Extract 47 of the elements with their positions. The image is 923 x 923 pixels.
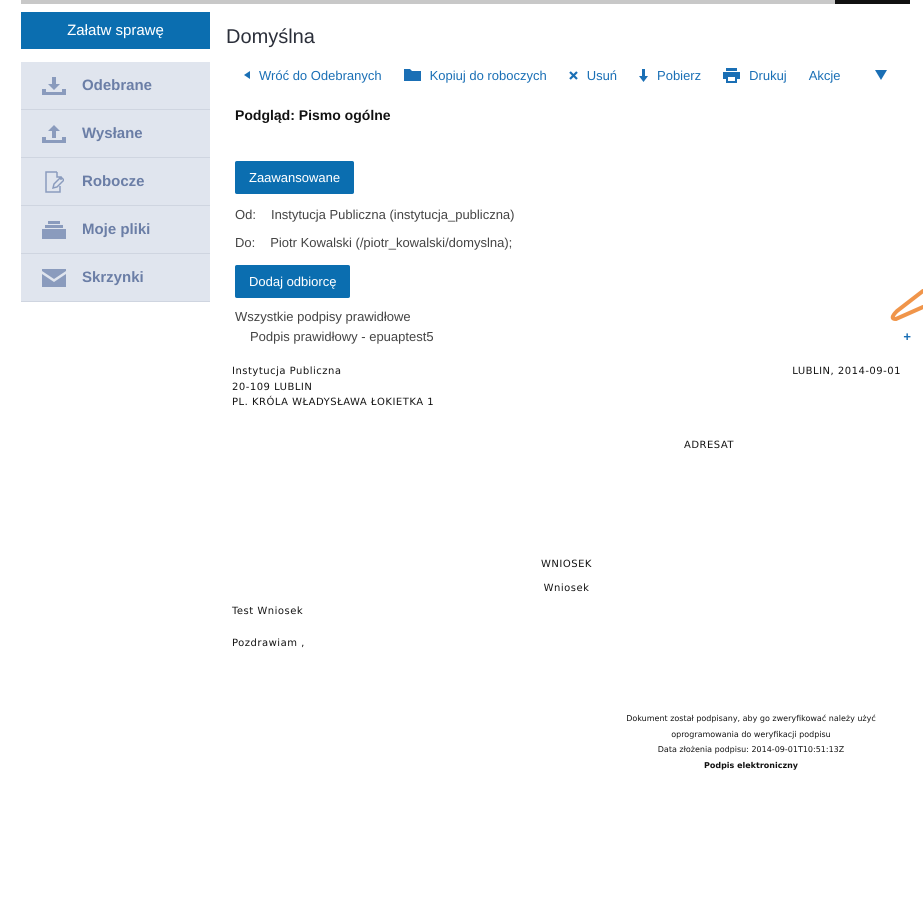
caret-icon[interactable] [874, 70, 886, 80]
recipient-value: Piotr Kowalski (/piotr_kowalski/domyslna); [270, 235, 512, 251]
sender-address-line: Instytucja Publiczna [232, 365, 342, 379]
close-icon [568, 70, 578, 80]
sender-value: Instytucja Publiczna (instytucja_publiczna) [270, 207, 514, 223]
letter-subject: Wniosek [542, 582, 590, 596]
signature-note-line: oprogramowania do weryfikacji podpisu [670, 728, 832, 741]
toolbar-link[interactable]: Usuń [568, 68, 618, 82]
sidebar-item[interactable]: Skrzynki [21, 254, 210, 302]
download-tray-icon [42, 76, 66, 94]
back-arrow-icon [244, 71, 250, 79]
letter-body-line: Pozdrawiam , [232, 636, 306, 650]
folder-title: Domyślna [226, 25, 316, 49]
sidebar-item[interactable]: Wysłane [21, 110, 210, 158]
envelope-icon [42, 268, 66, 286]
field-label: Od: [235, 207, 256, 223]
sender-address-line: PL. KRÓLA WŁADYSŁAWA ŁOKIETKA 1 [232, 395, 434, 410]
printer-icon [723, 68, 740, 82]
letter-body-line: Test Wniosek [232, 605, 304, 619]
download-arrow-icon [639, 68, 648, 82]
add-recipient-button[interactable]: Dodaj odbiorcę [235, 265, 350, 298]
place-date: LUBLIN, 2014-09-01 [792, 365, 901, 379]
signature-note-line: Dokument został podpisany, aby go zweryfikować należy użyć [625, 713, 877, 725]
preview-title: Podgląd: Pismo ogólne [235, 107, 392, 123]
toolbar-link[interactable]: Kopiuj do roboczych [404, 68, 547, 82]
toolbar-link[interactable]: Wróć do Odebranych [244, 68, 382, 82]
sidebar-item[interactable]: Moje pliki [21, 206, 210, 254]
toolbar-link[interactable]: Pobierz [639, 68, 702, 82]
sender-address-line: 20-109 LUBLIN [232, 380, 314, 394]
toolbar-link[interactable]: Akcje [808, 68, 840, 82]
tray-stack-icon [42, 220, 66, 238]
field-label: Do: [235, 235, 256, 251]
signatures-summary: Wszystkie podpisy prawidłowe [235, 309, 412, 324]
letter-heading: WNIOSEK [540, 558, 593, 572]
sidebar-item[interactable]: Robocze [21, 158, 210, 206]
resolve-case-button[interactable]: Załatw sprawę [21, 12, 210, 49]
signature-note-line: Data złożenia podpisu: 2014-09-01T10:51:13Z [656, 744, 846, 756]
signature-entry: Podpis prawidłowy - epuaptest5 [250, 329, 434, 344]
document-edit-icon [44, 170, 64, 192]
sidebar-item[interactable]: Odebrane [21, 62, 210, 110]
folder-icon [404, 69, 421, 81]
upload-tray-icon [42, 124, 66, 142]
addressee-label: ADRESAT [683, 438, 736, 452]
signature-label: Podpis elektroniczny [702, 760, 800, 772]
advanced-button[interactable]: Zaawansowane [235, 161, 354, 194]
expand-button[interactable]: + [903, 329, 911, 344]
toolbar-link[interactable]: Drukuj [723, 68, 787, 82]
